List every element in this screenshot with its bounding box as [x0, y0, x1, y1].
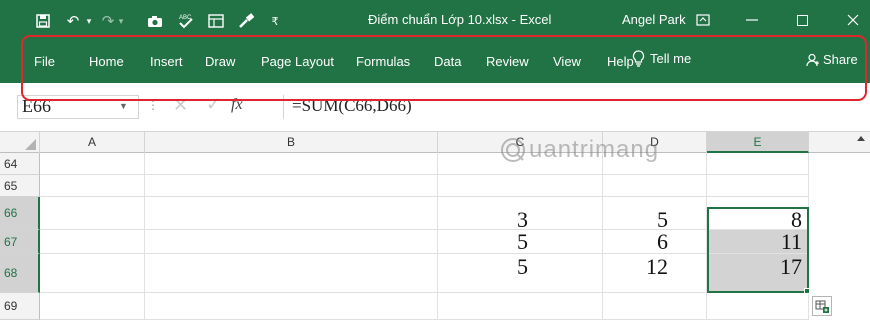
form-icon[interactable] [206, 11, 226, 31]
row-header[interactable]: 65 [0, 175, 40, 197]
cell-d68[interactable]: 12 [603, 254, 707, 293]
column-header-a[interactable]: A [40, 132, 145, 153]
cell-d69[interactable] [603, 293, 707, 320]
select-all-corner[interactable] [0, 132, 40, 153]
cell-b68[interactable] [145, 254, 438, 293]
select-all-icon [25, 139, 36, 150]
quick-analysis-icon [815, 300, 829, 313]
cell-d67[interactable]: 6 [603, 230, 707, 254]
save-icon[interactable] [33, 11, 53, 31]
cell-d64[interactable] [603, 153, 707, 175]
table-row: 65 [0, 175, 870, 197]
row-header[interactable]: 68 [0, 254, 40, 293]
selection-range [707, 207, 809, 293]
cell-a64[interactable] [40, 153, 145, 175]
format-painter-icon[interactable] [236, 11, 258, 31]
cell-b64[interactable] [145, 153, 438, 175]
document-title: Điểm chuẩn Lớp 10.xlsx - Excel [368, 12, 552, 27]
cell-a68[interactable] [40, 254, 145, 293]
column-header-c[interactable]: C [438, 132, 603, 153]
close-icon[interactable] [838, 7, 868, 33]
redo-icon[interactable]: ↷ [99, 11, 117, 31]
undo-icon[interactable]: ↶ [63, 11, 83, 31]
cell-e65[interactable] [707, 175, 809, 197]
cell-b69[interactable] [145, 293, 438, 320]
cell-c64[interactable] [438, 153, 603, 175]
table-row: 69 [0, 293, 870, 320]
row-header[interactable]: 64 [0, 153, 40, 175]
scroll-up-icon[interactable] [857, 136, 865, 141]
row-header[interactable]: 67 [0, 230, 40, 254]
user-name[interactable]: Angel Park [622, 12, 686, 27]
table-row: 64 [0, 153, 870, 175]
cell-b66[interactable] [145, 197, 438, 230]
cell-a66[interactable] [40, 197, 145, 230]
cell-c65[interactable] [438, 175, 603, 197]
maximize-icon[interactable] [787, 7, 817, 33]
cell-b67[interactable] [145, 230, 438, 254]
minimize-icon[interactable] [737, 7, 767, 33]
cell-c67[interactable]: 5 [438, 230, 603, 254]
row-header[interactable]: 69 [0, 293, 40, 320]
row-header[interactable]: 66 [0, 197, 40, 230]
customize-qat-icon[interactable]: ₹ [268, 11, 282, 31]
camera-icon[interactable] [145, 11, 165, 31]
undo-dropdown-icon[interactable]: ▾ [84, 11, 94, 31]
fill-handle[interactable] [804, 288, 810, 294]
cell-c66[interactable]: 3 [438, 197, 603, 232]
ribbon-display-options-icon[interactable] [688, 7, 718, 33]
cell-a67[interactable] [40, 230, 145, 254]
quick-analysis-button[interactable] [812, 296, 832, 316]
cell-e64[interactable] [707, 153, 809, 175]
column-headers: A B C D E [0, 131, 870, 153]
spelling-check-icon[interactable]: ABC [175, 11, 197, 31]
cell-e69[interactable] [707, 293, 809, 320]
column-header-d[interactable]: D [603, 132, 707, 153]
cell-d66[interactable]: 5 [603, 197, 707, 232]
cell-a65[interactable] [40, 175, 145, 197]
cell-b65[interactable] [145, 175, 438, 197]
cell-c68[interactable]: 5 [438, 254, 603, 293]
column-header-e[interactable]: E [707, 132, 809, 153]
cell-c69[interactable] [438, 293, 603, 320]
cell-d65[interactable] [603, 175, 707, 197]
name-box-dropdown-icon[interactable]: ▼ [119, 101, 128, 111]
redo-dropdown-icon[interactable]: ▾ [116, 11, 126, 31]
highlight-annotation [21, 35, 867, 101]
column-header-b[interactable]: B [145, 132, 438, 153]
cell-a69[interactable] [40, 293, 145, 320]
